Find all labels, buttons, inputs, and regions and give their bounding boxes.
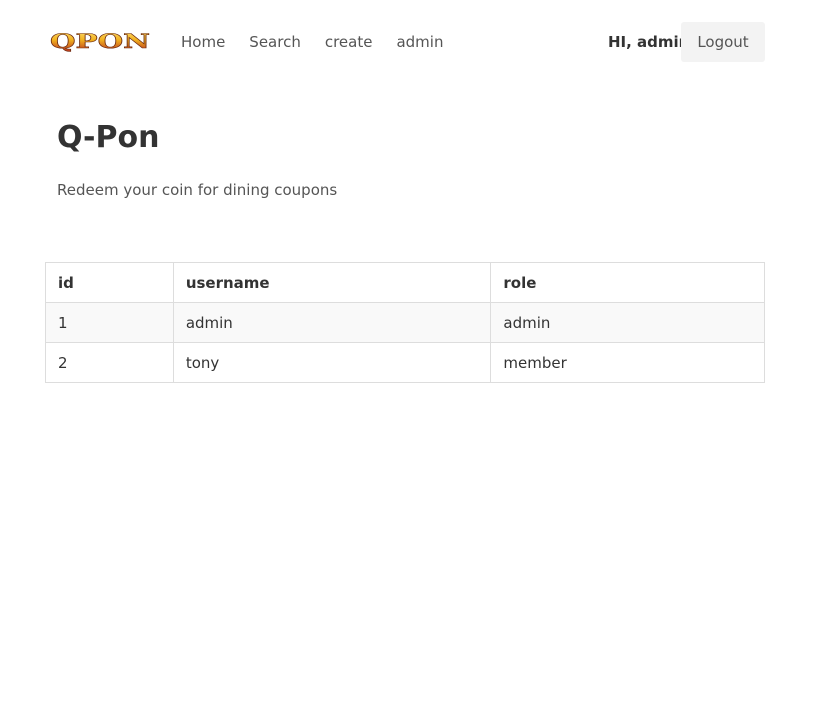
user-greeting: HI, admin bbox=[608, 33, 690, 51]
cell-id: 2 bbox=[45, 342, 174, 383]
nav-link-create[interactable]: create bbox=[325, 33, 373, 51]
cell-id: 1 bbox=[45, 302, 174, 343]
page-title: Q-Pon bbox=[57, 120, 160, 155]
cell-username: tony bbox=[172, 342, 492, 383]
nav-link-home[interactable]: Home bbox=[181, 33, 225, 51]
column-header-id: id bbox=[45, 262, 174, 303]
table-header-row: id username role bbox=[45, 262, 765, 303]
navbar: QPON Home Search create admin HI, admin … bbox=[45, 22, 765, 62]
table-row: 1 admin admin bbox=[45, 302, 765, 343]
nav-links: Home Search create admin bbox=[181, 22, 467, 62]
logout-button[interactable]: Logout bbox=[681, 22, 765, 62]
column-header-role: role bbox=[490, 262, 765, 303]
page-subtitle: Redeem your coin for dining coupons bbox=[57, 181, 338, 199]
users-table: id username role 1 admin admin 2 tony me… bbox=[45, 262, 765, 383]
cell-role: member bbox=[490, 342, 765, 383]
table-row: 2 tony member bbox=[45, 342, 765, 383]
cell-username: admin bbox=[172, 302, 492, 343]
qpon-logo[interactable]: QPON bbox=[48, 31, 152, 53]
logo-text: QPON bbox=[50, 31, 150, 53]
cell-role: admin bbox=[490, 302, 765, 343]
nav-link-search[interactable]: Search bbox=[249, 33, 301, 51]
nav-link-admin[interactable]: admin bbox=[396, 33, 443, 51]
column-header-username: username bbox=[172, 262, 492, 303]
